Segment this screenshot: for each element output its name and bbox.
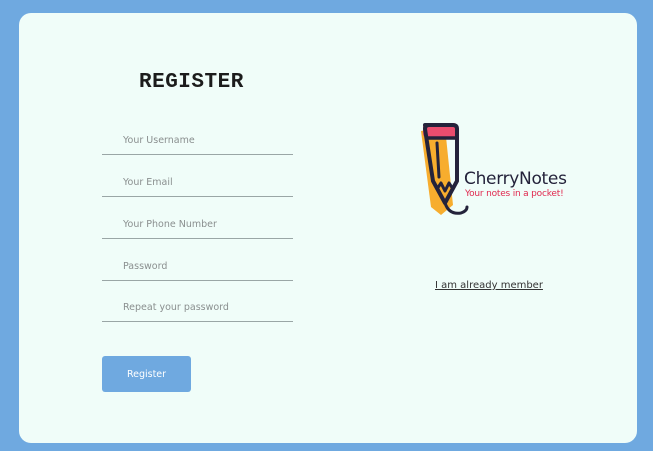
page-title: REGISTER xyxy=(139,71,244,94)
email-field-wrapper xyxy=(102,167,293,197)
phone-field-wrapper xyxy=(102,209,293,239)
password-input[interactable] xyxy=(102,251,293,280)
password-field-wrapper xyxy=(102,251,293,281)
already-member-link[interactable]: I am already member xyxy=(435,280,543,291)
brand-name: CherryNotes xyxy=(464,169,567,189)
username-field-wrapper xyxy=(102,125,293,155)
register-button[interactable]: Register xyxy=(102,356,191,392)
phone-input[interactable] xyxy=(102,209,293,238)
email-input[interactable] xyxy=(102,167,293,196)
register-card: REGISTER Register CherryNotes Your notes… xyxy=(19,13,637,443)
username-input[interactable] xyxy=(102,125,293,154)
brand-tagline: Your notes in a pocket! xyxy=(465,189,564,199)
repeat-password-field-wrapper xyxy=(102,292,293,322)
repeat-password-input[interactable] xyxy=(102,292,293,321)
